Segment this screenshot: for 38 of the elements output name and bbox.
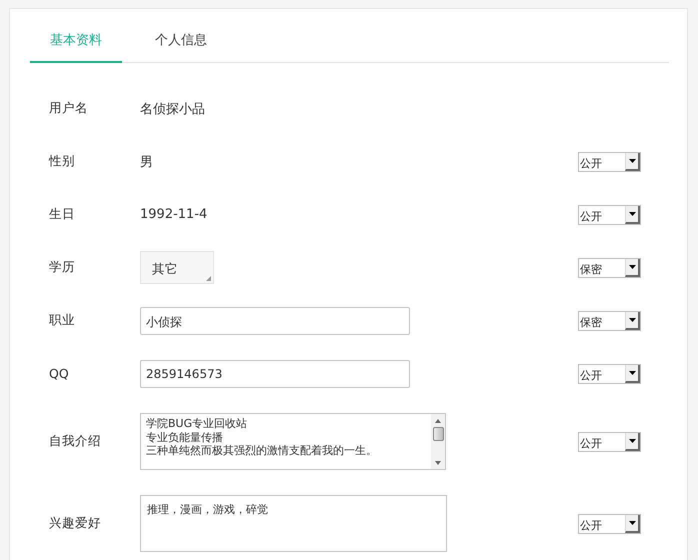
caret-icon [628,318,636,322]
text-line: 学院BUG专业回收站 [146,417,248,430]
caret-icon [628,264,636,268]
field-label: 学历 [49,259,76,276]
scroll-up-icon[interactable] [435,419,441,423]
privacy-dropdown[interactable]: 公开 [578,432,641,452]
field-label: 性别 [49,153,76,170]
caret-icon [628,212,636,216]
text-area[interactable]: 学院BUG专业回收站 专业负能量传播 三种单纯然而极其强烈的激情支配着我的一生。 [140,413,446,470]
privacy-dropdown[interactable]: 公开 [578,514,641,534]
caret-icon [628,158,636,162]
tab[interactable]: 个人信息 [122,31,240,63]
input-field[interactable]: 小侦探 [140,306,410,334]
field-value: 男 [140,154,153,170]
field-label: 用户名 [49,100,89,117]
field-label: 生日 [49,206,76,223]
field-label: 兴趣爱好 [49,515,102,532]
privacy-dropdown[interactable]: 保密 [578,258,641,278]
education-field[interactable]: 其它 [140,251,214,284]
field-label: 自我介绍 [49,433,102,450]
caret-icon [628,520,636,524]
text-line: 三种单纯然而极其强烈的激情支配着我的一生。 [146,444,377,458]
field-label: 职业 [49,312,76,329]
privacy-dropdown[interactable]: 公开 [578,364,641,384]
caret-icon [628,370,636,374]
field-value: 1992-11-4 [140,207,208,222]
input-field[interactable]: 2859146573 [140,360,410,388]
caret-icon [628,438,636,442]
text-area[interactable]: 推理，漫画，游戏，碎觉 [140,495,447,552]
scroll-down-icon[interactable] [435,461,441,465]
field-label: QQ [49,366,70,381]
privacy-dropdown[interactable]: 公开 [578,204,641,224]
privacy-dropdown[interactable]: 公开 [578,152,641,172]
field-value: 名侦探小品 [140,100,205,118]
resize-grip-icon[interactable] [206,276,211,281]
privacy-dropdown[interactable]: 保密 [578,310,641,330]
text-line: 专业负能量传播 [146,430,223,444]
scrollbar-thumb[interactable] [432,427,444,441]
